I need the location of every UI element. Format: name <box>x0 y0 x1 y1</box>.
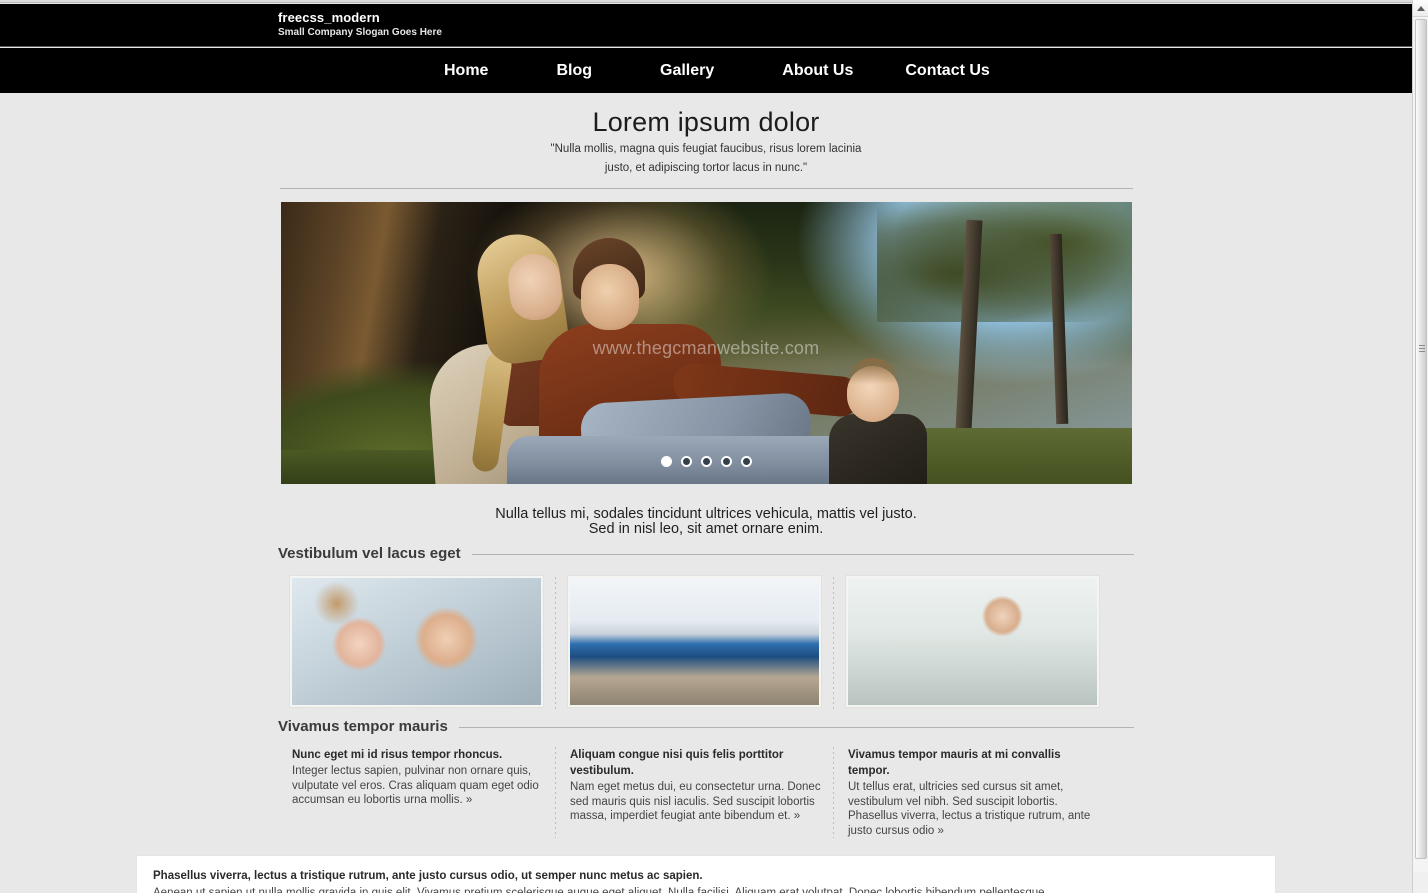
thumbnail-cell-1[interactable] <box>278 575 555 708</box>
column-3-heading: Vivamus tempor mauris at mi convallis te… <box>848 749 1061 777</box>
slider-dot-4[interactable] <box>720 456 732 467</box>
nav-item-about-us[interactable]: About Us <box>764 62 871 80</box>
browser-viewport: freecss_modern Small Company Slogan Goes… <box>0 0 1428 893</box>
hero-divider <box>279 188 1133 189</box>
chevron-up-icon <box>1417 5 1425 11</box>
column-3-body[interactable]: Ut tellus erat, ultricies sed cursus sit… <box>848 780 1099 838</box>
columns-section-rule <box>458 727 1134 728</box>
gallery-section-header: Vestibulum vel lacus eget <box>278 545 1134 562</box>
scroll-up-button[interactable] <box>1413 0 1428 17</box>
slider-pagination <box>281 456 1132 467</box>
columns-section-title: Vivamus tempor mauris <box>278 718 448 735</box>
nav-item-home[interactable]: Home <box>426 62 506 80</box>
bottom-panel-body-line-1: Aenean ut sapien ut nulla mollis gravida… <box>153 887 1048 893</box>
nav-item-gallery[interactable]: Gallery <box>642 62 732 80</box>
column-2-heading: Aliquam congue nisi quis felis porttitor… <box>570 749 784 777</box>
couple-photo-thumbnail[interactable] <box>292 578 541 705</box>
column-1-heading: Nunc eget mi id risus tempor rhoncus. <box>292 749 503 761</box>
man-with-laptop-photo-thumbnail[interactable] <box>570 578 819 705</box>
vertical-scrollbar[interactable] <box>1412 0 1428 893</box>
baby-hair <box>846 358 899 384</box>
text-column-3: Vivamus tempor mauris at mi convallis te… <box>834 747 1111 838</box>
background-canopy <box>876 202 1132 322</box>
nav-item-blog[interactable]: Blog <box>538 62 610 80</box>
thumbnail-frame-3 <box>845 575 1100 708</box>
bottom-panel: Phasellus viverra, lectus a tristique ru… <box>136 855 1276 893</box>
thumbnail-frame-2 <box>567 575 822 708</box>
page-title: Lorem ipsum dolor <box>592 107 820 137</box>
slider-dot-5[interactable] <box>740 456 752 467</box>
column-1-body[interactable]: Integer lectus sapien, pulvinar non orna… <box>292 764 543 808</box>
main-navigation: Home Blog Gallery About Us Contact Us <box>0 48 1412 142</box>
brand-slogan: Small Company Slogan Goes Here <box>278 27 442 38</box>
text-column-2: Aliquam congue nisi quis felis porttitor… <box>556 747 833 838</box>
hero-subtitle-line-1: "Nulla mollis, magna quis feugiat faucib… <box>550 143 862 155</box>
scrollbar-grip-icon <box>1419 345 1425 354</box>
column-2-body[interactable]: Nam eget metus dui, eu consectetur urna.… <box>570 780 821 824</box>
text-columns-row: Nunc eget mi id risus tempor rhoncus. In… <box>278 747 1134 838</box>
woman-with-laptop-photo-thumbnail[interactable] <box>848 578 1097 705</box>
thumbnail-row <box>278 575 1134 710</box>
page-body: Lorem ipsum dolor "Nulla mollis, magna q… <box>0 93 1412 893</box>
hero-subtitle-line-2: justo, et adipiscing tortor lacus in nun… <box>604 162 808 174</box>
nav-item-contact-us[interactable]: Contact Us <box>887 62 1007 80</box>
intro-line-2: Sed in nisl leo, sit amet ornare enim. <box>588 521 824 537</box>
site-header: freecss_modern Small Company Slogan Goes… <box>0 4 1412 47</box>
slider-dot-3[interactable] <box>700 456 712 467</box>
baby-jacket <box>828 414 927 484</box>
intro-line-1: Nulla tellus mi, sodales tincidunt ultri… <box>495 506 917 522</box>
columns-section-header: Vivamus tempor mauris <box>278 718 1134 735</box>
scrollbar-thumb[interactable] <box>1415 19 1427 859</box>
slider-photo-subjects <box>280 202 1132 484</box>
thumbnail-frame-1 <box>289 575 544 708</box>
text-column-1: Nunc eget mi id risus tempor rhoncus. In… <box>278 747 555 838</box>
slider-dot-1[interactable] <box>660 456 672 467</box>
brand[interactable]: freecss_modern Small Company Slogan Goes… <box>278 10 442 40</box>
slider-dot-2[interactable] <box>680 456 692 467</box>
intro-copy: Nulla tellus mi, sodales tincidunt ultri… <box>0 507 1412 537</box>
thumbnail-cell-2[interactable] <box>556 575 833 708</box>
thumbnail-cell-3[interactable] <box>834 575 1111 708</box>
gallery-section-title: Vestibulum vel lacus eget <box>278 545 461 562</box>
brand-name: freecss_modern <box>278 10 380 25</box>
gallery-section-rule <box>471 554 1134 555</box>
bottom-panel-heading: Phasellus viverra, lectus a tristique ru… <box>153 870 703 882</box>
browser-top-strip <box>0 0 1412 3</box>
hero: Lorem ipsum dolor "Nulla mollis, magna q… <box>0 93 1412 176</box>
image-slider[interactable]: www.thegcmanwebsite.com <box>280 202 1132 484</box>
nav-list: Home Blog Gallery About Us Contact Us <box>410 48 1008 93</box>
man-face <box>580 264 639 330</box>
